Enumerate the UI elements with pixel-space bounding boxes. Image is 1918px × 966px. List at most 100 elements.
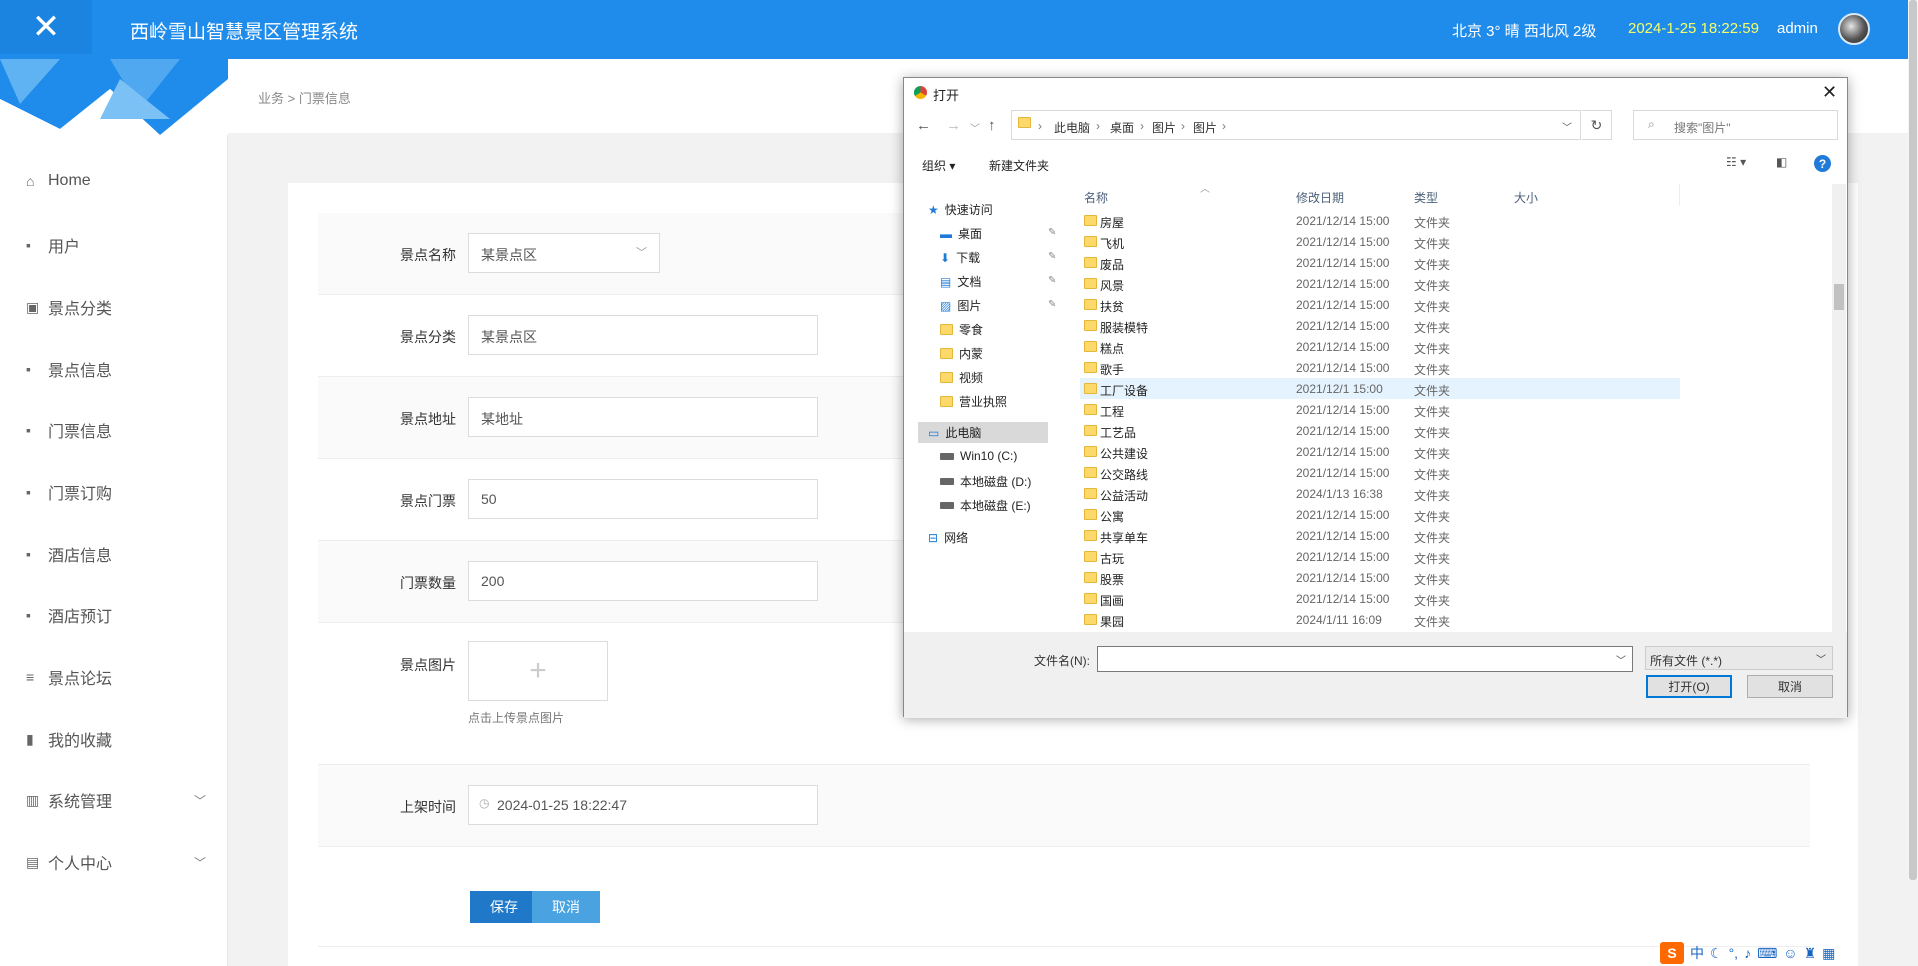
file-row[interactable]: 公共建设 2021/12/14 15:00 文件夹	[1080, 441, 1680, 462]
ime-lang[interactable]: 中	[1690, 943, 1704, 963]
sidebar-item[interactable]: ▮ 我的收藏	[26, 727, 112, 751]
cancel-button[interactable]: 取消	[532, 891, 600, 923]
scrollbar-thumb[interactable]	[1834, 284, 1844, 310]
tree-item[interactable]: Win10 (C:)	[940, 449, 1017, 463]
quantity-input[interactable]: 200	[468, 561, 818, 601]
tree-item[interactable]: ★ 快速访问	[928, 201, 993, 218]
sidebar-item[interactable]: ▪ 门票信息	[26, 418, 112, 442]
file-row[interactable]: 果园 2024/1/11 16:09 文件夹	[1080, 609, 1680, 630]
tree-item[interactable]: ▭ 此电脑	[918, 422, 1048, 443]
file-row[interactable]: 工厂设备 2021/12/1 15:00 文件夹	[1080, 378, 1680, 399]
file-row[interactable]: 公寓 2021/12/14 15:00 文件夹	[1080, 504, 1680, 525]
sidebar-item[interactable]: ≡ 景点论坛	[26, 665, 112, 689]
filename-input[interactable]: ﹀	[1097, 646, 1633, 672]
file-row[interactable]: 工程 2021/12/14 15:00 文件夹	[1080, 399, 1680, 420]
sidebar-item[interactable]: ⌂ Home	[26, 172, 91, 190]
up-arrow-icon[interactable]: ↑	[988, 117, 996, 134]
file-list-scrollbar[interactable]	[1832, 184, 1846, 632]
new-folder-button[interactable]: 新建文件夹	[989, 157, 1049, 174]
file-row[interactable]: 服装模特 2021/12/14 15:00 文件夹	[1080, 315, 1680, 336]
pin-icon[interactable]: ✎	[1048, 227, 1056, 238]
refresh-button[interactable]: ↻	[1582, 110, 1612, 140]
tree-item[interactable]: ▬ 桌面	[940, 225, 982, 242]
tree-item[interactable]: 零食	[940, 321, 983, 338]
close-icon[interactable]: ✕	[0, 0, 92, 54]
file-row[interactable]: 国画 2021/12/14 15:00 文件夹	[1080, 588, 1680, 609]
username[interactable]: admin	[1777, 20, 1818, 37]
tree-item[interactable]: 本地磁盘 (D:)	[940, 473, 1031, 490]
organize-menu[interactable]: 组织 ▾	[922, 157, 955, 174]
view-options-icon[interactable]: ☷ ▾	[1726, 155, 1746, 169]
pin-icon[interactable]: ✎	[1048, 275, 1056, 286]
filetype-select[interactable]: 所有文件 (*.*) ﹀	[1645, 646, 1833, 670]
path-segment[interactable]: 图片	[1193, 119, 1217, 136]
punctuation-icon[interactable]: °,	[1729, 945, 1739, 961]
help-icon[interactable]: ?	[1814, 155, 1831, 172]
microphone-icon[interactable]: ♪	[1744, 945, 1751, 961]
file-row[interactable]: 风景 2021/12/14 15:00 文件夹	[1080, 273, 1680, 294]
file-row[interactable]: 共享单车 2021/12/14 15:00 文件夹	[1080, 525, 1680, 546]
file-row[interactable]: 糕点 2021/12/14 15:00 文件夹	[1080, 336, 1680, 357]
grid-icon[interactable]: ▦	[1822, 945, 1835, 962]
avatar[interactable]	[1838, 13, 1870, 45]
path-segment[interactable]: 此电脑	[1054, 119, 1090, 136]
tree-item[interactable]: ▨ 图片	[940, 297, 981, 314]
address-input[interactable]: 某地址	[468, 397, 818, 437]
page-scrollbar-thumb[interactable]	[1909, 0, 1917, 880]
search-input[interactable]: ⌕ 搜索"图片"	[1633, 110, 1838, 140]
address-bar[interactable]: › 此电脑 › 桌面 › 图片 › 图片 › ﹀	[1011, 110, 1581, 140]
column-size[interactable]: 大小	[1514, 189, 1538, 206]
keyboard-icon[interactable]: ⌨	[1757, 945, 1777, 962]
shirt-icon[interactable]: ♜	[1804, 945, 1817, 962]
preview-pane-icon[interactable]: ◧	[1776, 155, 1787, 169]
page-scrollbar[interactable]	[1908, 0, 1918, 880]
file-row[interactable]: 歌手 2021/12/14 15:00 文件夹	[1080, 357, 1680, 378]
open-button[interactable]: 打开(O)	[1646, 675, 1732, 698]
file-row[interactable]: 飞机 2021/12/14 15:00 文件夹	[1080, 231, 1680, 252]
user-icon[interactable]: ☺	[1783, 945, 1797, 961]
tree-item[interactable]: ⊟ 网络	[928, 529, 968, 546]
sidebar-item[interactable]: ▪ 景点信息	[26, 357, 112, 381]
dialog-close-button[interactable]: ✕	[1822, 82, 1837, 103]
save-button[interactable]: 保存	[470, 891, 538, 923]
image-upload-button[interactable]: +	[468, 641, 608, 701]
ticket-input[interactable]: 50	[468, 479, 818, 519]
sidebar-item[interactable]: ▪ 酒店信息	[26, 542, 112, 566]
back-arrow-icon[interactable]: ←	[916, 117, 931, 134]
sidebar-item[interactable]: ▣ 景点分类	[26, 295, 112, 319]
file-row[interactable]: 扶贫 2021/12/14 15:00 文件夹	[1080, 294, 1680, 315]
sidebar-item[interactable]: ▪ 门票订购	[26, 480, 112, 504]
file-row[interactable]: 废品 2021/12/14 15:00 文件夹	[1080, 252, 1680, 273]
recent-dropdown-icon[interactable]: ﹀	[970, 120, 980, 135]
path-segment[interactable]: 桌面	[1110, 119, 1134, 136]
pin-icon[interactable]: ✎	[1048, 251, 1056, 262]
column-name[interactable]: 名称	[1084, 189, 1108, 206]
breadcrumb[interactable]: 业务 > 门票信息	[258, 88, 351, 107]
time-input[interactable]: ◷ 2024-01-25 18:22:47	[468, 785, 818, 825]
file-row[interactable]: 公交路线 2021/12/14 15:00 文件夹	[1080, 462, 1680, 483]
sidebar-item[interactable]: ▪ 用户	[26, 233, 80, 257]
file-row[interactable]: 古玩 2021/12/14 15:00 文件夹	[1080, 546, 1680, 567]
tree-item[interactable]: 本地磁盘 (E:)	[940, 497, 1031, 514]
tree-item[interactable]: ⬇ 下载	[940, 249, 980, 266]
category-input[interactable]: 某景点区	[468, 315, 818, 355]
column-date[interactable]: 修改日期	[1296, 189, 1344, 206]
tree-item[interactable]: 视频	[940, 369, 983, 386]
moon-icon[interactable]: ☾	[1710, 945, 1723, 962]
sidebar-item[interactable]: ▥ 系统管理 ﹀	[26, 788, 206, 812]
filename-dropdown-icon[interactable]: ﹀	[1616, 652, 1626, 667]
file-row[interactable]: 工艺品 2021/12/14 15:00 文件夹	[1080, 420, 1680, 441]
file-row[interactable]: 公益活动 2024/1/13 16:38 文件夹	[1080, 483, 1680, 504]
tree-item[interactable]: 营业执照	[940, 393, 1007, 410]
forward-arrow-icon[interactable]: →	[946, 117, 961, 134]
address-dropdown-icon[interactable]: ﹀	[1562, 119, 1572, 134]
pin-icon[interactable]: ✎	[1048, 299, 1056, 310]
tree-item[interactable]: ▤ 文档	[940, 273, 981, 290]
file-row[interactable]: 股票 2021/12/14 15:00 文件夹	[1080, 567, 1680, 588]
spot-name-select[interactable]: 某景点区 ﹀	[468, 233, 660, 273]
sidebar-item[interactable]: ▪ 酒店预订	[26, 603, 112, 627]
dialog-cancel-button[interactable]: 取消	[1747, 675, 1833, 698]
tree-item[interactable]: 内蒙	[940, 345, 983, 362]
column-type[interactable]: 类型	[1414, 189, 1438, 206]
sogou-logo-icon[interactable]: S	[1660, 942, 1684, 964]
